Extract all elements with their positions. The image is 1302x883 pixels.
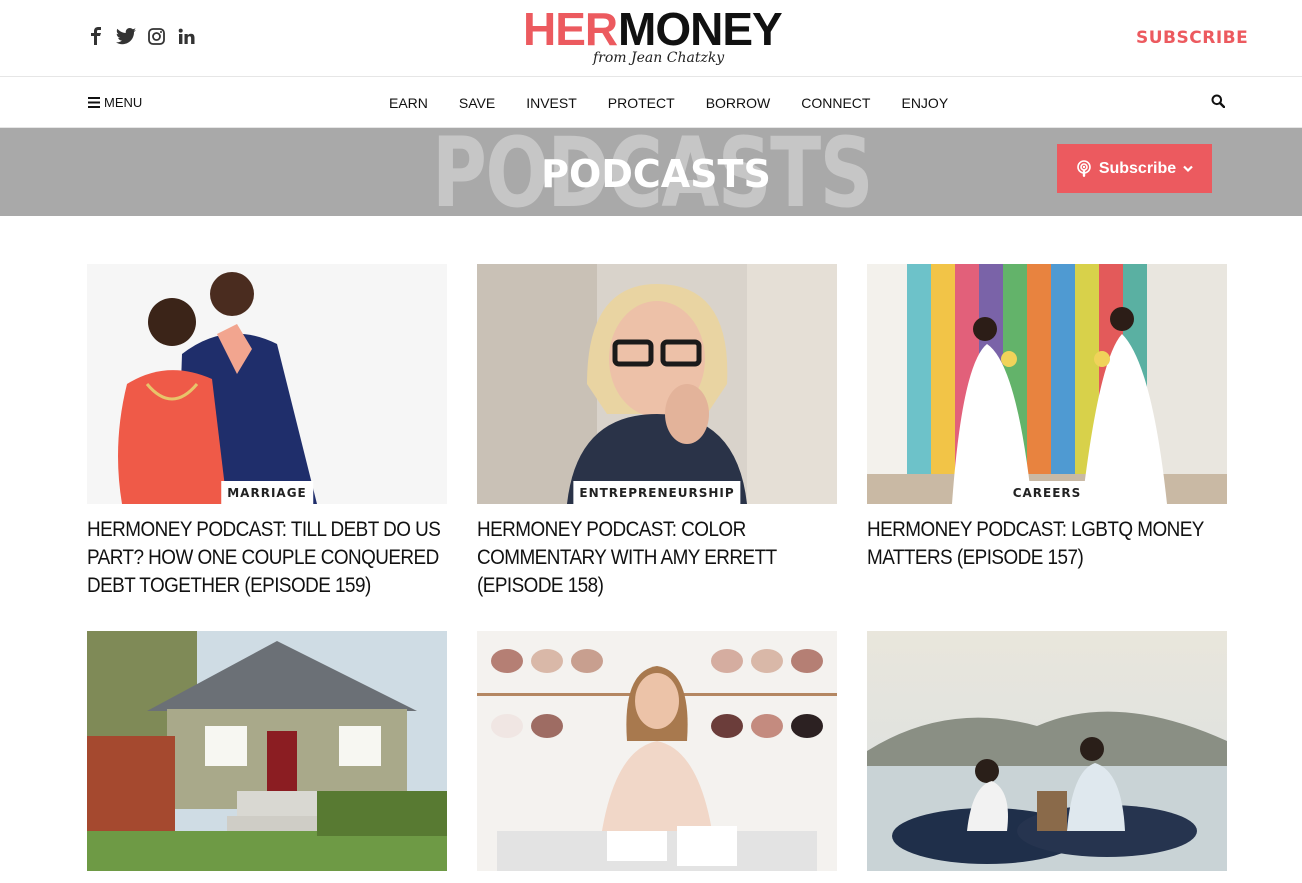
chevron-down-icon: [1183, 165, 1193, 172]
nav-item-connect[interactable]: CONNECT: [801, 95, 870, 111]
instagram-icon[interactable]: [144, 24, 168, 48]
article-title[interactable]: HerMoney Podcast: LGBTQ Money Matters (E…: [867, 516, 1227, 572]
nav-item-earn[interactable]: EARN: [389, 95, 428, 111]
site-logo[interactable]: HER MONEY from Jean Chatzky: [523, 6, 791, 72]
article-image[interactable]: ENTREPRENEURSHIP: [477, 264, 837, 504]
logo-her: HER: [523, 3, 618, 55]
twitter-icon[interactable]: [114, 24, 138, 48]
category-badge[interactable]: CAREERS: [1006, 481, 1088, 504]
site-header: HER MONEY from Jean Chatzky SUBSCRIBE: [0, 0, 1302, 77]
logo-money: MONEY: [618, 3, 783, 55]
social-links: [84, 24, 198, 48]
facebook-icon[interactable]: [84, 24, 108, 48]
article-image[interactable]: [867, 631, 1227, 871]
search-icon[interactable]: [1211, 94, 1227, 110]
logo-tagline: from Jean Chatzky: [593, 50, 725, 66]
nav-item-protect[interactable]: PROTECT: [608, 95, 675, 111]
article-card: MARRIAGE HerMoney Podcast: Till Debt Do …: [87, 264, 447, 600]
nav-item-enjoy[interactable]: ENJOY: [901, 95, 948, 111]
article-card: [477, 631, 837, 883]
article-image[interactable]: MARRIAGE: [87, 264, 447, 504]
linkedin-icon[interactable]: [174, 24, 198, 48]
article-card: ENTREPRENEURSHIP HerMoney Podcast: Color…: [477, 264, 837, 600]
article-title[interactable]: HerMoney Podcast: Till Debt Do Us Part? …: [87, 516, 447, 600]
page-hero: PODCASTS PODCASTS Subscribe: [0, 128, 1302, 216]
nav-items: EARN SAVE INVEST PROTECT BORROW CONNECT …: [389, 95, 948, 111]
nav-item-save[interactable]: SAVE: [459, 95, 495, 111]
podcast-subscribe-button[interactable]: Subscribe: [1057, 144, 1212, 193]
nav-item-borrow[interactable]: BORROW: [706, 95, 771, 111]
nav-item-invest[interactable]: INVEST: [526, 95, 577, 111]
article-card: [87, 631, 447, 883]
category-badge[interactable]: MARRIAGE: [221, 481, 313, 504]
podcast-icon: [1077, 159, 1091, 177]
menu-label: MENU: [104, 95, 143, 110]
category-badge[interactable]: ENTREPRENEURSHIP: [573, 481, 741, 504]
article-image[interactable]: CAREERS: [867, 264, 1227, 504]
article-title[interactable]: HerMoney Podcast: Color Commentary With …: [477, 516, 837, 600]
hamburger-icon: [88, 97, 100, 108]
article-image[interactable]: [87, 631, 447, 871]
header-subscribe-link[interactable]: SUBSCRIBE: [1136, 28, 1248, 48]
menu-button[interactable]: MENU: [88, 95, 142, 110]
podcast-subscribe-label: Subscribe: [1098, 159, 1177, 177]
main-nav: MENU EARN SAVE INVEST PROTECT BORROW CON…: [0, 78, 1302, 128]
article-card: CAREERS HerMoney Podcast: LGBTQ Money Ma…: [867, 264, 1227, 572]
article-card: [867, 631, 1227, 883]
article-image[interactable]: [477, 631, 837, 871]
